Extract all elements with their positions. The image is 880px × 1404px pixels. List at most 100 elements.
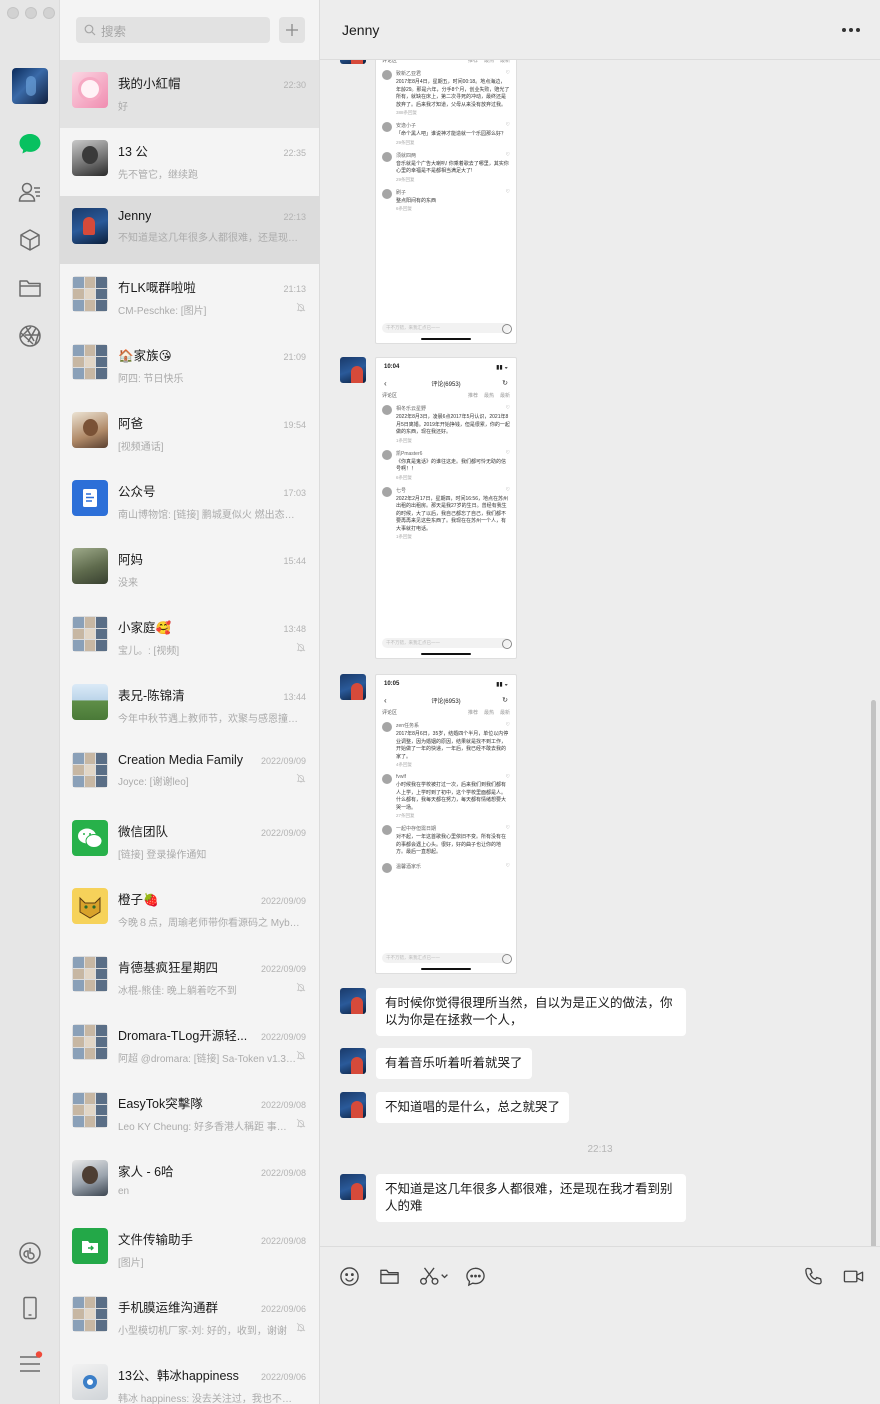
conversation-item[interactable]: 文件传输助手 2022/09/08 [图片] (60, 1216, 319, 1284)
commenter-name-text: 刷子 (396, 189, 407, 196)
message-area[interactable]: ‹评论(6953)↻评论区推荐最热最新致新乙亚君♡2017年8月4日，星期五，时… (320, 60, 880, 1246)
sender-avatar[interactable] (340, 1174, 366, 1200)
conversation-item[interactable]: 冇LK嘅群啦啦 21:13 CM-Peschke: [图片] (60, 264, 319, 332)
comment-text: 2017年8月6日，35岁，结婚四个半月，单位以内停业调整，因为婚姻的原因，结果… (396, 731, 509, 760)
nav-rail (0, 0, 60, 1404)
conversation-name: 阿妈 (118, 553, 144, 567)
conversation-avatar (72, 344, 108, 380)
conversation-time: 22:13 (283, 212, 306, 222)
sender-avatar[interactable] (340, 357, 366, 383)
sender-avatar[interactable] (340, 674, 366, 700)
my-avatar[interactable] (12, 68, 48, 104)
sender-avatar[interactable] (340, 60, 366, 64)
conversation-item[interactable]: 肯德基疯狂星期四 2022/09/09 冰棍-熊佳: 晚上躺着吃不到 (60, 944, 319, 1012)
scrollbar[interactable] (871, 700, 876, 1246)
message-bubble[interactable]: 有着音乐听着听着就哭了 (376, 1048, 532, 1079)
sort-option: 最热 (483, 393, 494, 399)
sender-avatar[interactable] (340, 1092, 366, 1118)
chat-icon[interactable] (17, 131, 43, 157)
conversation-item[interactable]: 公众号 17:03 南山博物馆: [链接] 鹏城夏似火 燃出态愿花 (60, 468, 319, 536)
emoji-icon[interactable] (338, 1265, 360, 1287)
minimize-window-button[interactable] (25, 7, 37, 19)
conversation-time: 2022/09/09 (260, 756, 306, 766)
conversation-footer: 冰棍-熊佳: 晚上躺着吃不到 (118, 982, 306, 997)
more-options-icon[interactable] (840, 19, 862, 41)
screenshot-image[interactable]: 10:04 ▮▮ ◒ ‹ 评论(6953) ↻ 评论区 推荐 最热 最新 相冬乐云星野 ♡ 2022年… (375, 357, 517, 659)
conversation-item[interactable]: EasyTok突擊隊 2022/09/08 Leo KY Cheung: 好多香港人… (60, 1080, 319, 1148)
conversation-body: 文件传输助手 2022/09/08 [图片] (118, 1228, 306, 1284)
folder-icon[interactable] (378, 1265, 400, 1287)
commenter-name: 致新乙亚君 ♡ (396, 70, 510, 77)
conversation-item[interactable]: 13 公 22:35 先不管它，继续跑 (60, 128, 319, 196)
conversation-item[interactable]: 阿爸 19:54 [视频通话] (60, 400, 319, 468)
add-button[interactable] (279, 17, 305, 43)
screenshot-image[interactable]: 10:05 ▮▮ ◒ ‹ 评论(6953) ↻ 评论区 推荐 最热 最新 zen任务系 ♡ 2017年… (375, 674, 517, 974)
message-bubble[interactable]: 不知道是这几年很多人都很难，还是现在我才看到别人的难 (376, 1174, 686, 1222)
conversation-time: 2022/09/06 (260, 1304, 306, 1314)
comment-input-placeholder: 千不万错，来我汇点已一一 (382, 953, 512, 964)
phone-call-icon[interactable] (802, 1265, 824, 1287)
conversation-item[interactable]: 橙子🍓 2022/09/09 今晚８点，周瑜老师带你看源码之 Mybatis... (60, 876, 319, 944)
conversation-item[interactable]: 13公、韩冰happiness 2022/09/06 韩冰 happiness: 没… (60, 1352, 319, 1404)
contacts-icon[interactable] (17, 179, 43, 205)
conversation-item[interactable]: Creation Media Family 2022/09/09 Joyce: [谢… (60, 740, 319, 808)
phone-icon[interactable] (17, 1295, 43, 1321)
conversation-item[interactable]: 家人 - 6哈 2022/09/08 en (60, 1148, 319, 1216)
conversation-name: 肯德基疯狂星期四 (118, 961, 219, 975)
menu-icon[interactable] (17, 1351, 43, 1377)
scissors-icon[interactable] (418, 1265, 452, 1287)
comment-text: 整点阳间有的东西 (396, 197, 437, 204)
comments-tab: 评论区 (382, 393, 398, 399)
sender-avatar[interactable] (340, 1048, 366, 1074)
conversation-header: 橙子🍓 2022/09/09 (118, 889, 306, 908)
conversation-body: 公众号 17:03 南山博物馆: [链接] 鹏城夏似火 燃出态愿花 (118, 480, 306, 536)
conversation-item[interactable]: 表兄-陈锦清 13:44 今年中秋节遇上教师节，欢聚与感恩撞个满... (60, 672, 319, 740)
conversation-preview: [链接] 登录操作通知 (118, 850, 207, 861)
aperture-icon[interactable] (17, 323, 43, 349)
mini-program-icon[interactable] (17, 1240, 43, 1266)
file-transfer-icon (82, 1241, 98, 1253)
conversation-header: 肯德基疯狂星期四 2022/09/09 (118, 957, 306, 976)
box-icon[interactable] (17, 227, 43, 253)
conversation-item[interactable]: 微信团队 2022/09/09 [链接] 登录操作通知 (60, 808, 319, 876)
conversation-footer: 先不管它，继续跑 (118, 166, 306, 181)
conversation-header: 微信团队 2022/09/09 (118, 821, 306, 840)
conversation-body: EasyTok突擊隊 2022/09/08 Leo KY Cheung: 好多香港人… (118, 1092, 306, 1148)
conversation-item[interactable]: 我的小紅帽 22:30 好 (60, 60, 319, 128)
conversation-item[interactable]: Dromara-TLog开源轻... 2022/09/09 阿超 @dromara:… (60, 1012, 319, 1080)
message-bubble[interactable]: 不知道唱的是什么，总之就哭了 (376, 1092, 570, 1123)
conversation-avatar (72, 1296, 108, 1332)
zoom-window-button[interactable] (43, 7, 55, 19)
conversation-item[interactable]: 手机膜运维沟通群 2022/09/06 小型模切机厂家-刘: 好的，收到，谢谢 (60, 1284, 319, 1352)
conversation-body: 手机膜运维沟通群 2022/09/06 小型模切机厂家-刘: 好的，收到，谢谢 (118, 1296, 306, 1352)
conversation-body: 阿爸 19:54 [视频通话] (118, 412, 306, 468)
conversation-preview: 今年中秋节遇上教师节，欢聚与感恩撞个满... (118, 714, 300, 725)
conversation-item[interactable]: 阿妈 15:44 没来 (60, 536, 319, 604)
conversation-header: Dromara-TLog开源轻... 2022/09/09 (118, 1025, 306, 1044)
sender-avatar[interactable] (340, 988, 366, 1014)
conversation-item[interactable]: 小家庭🥰 13:48 宝儿。: [视频] (60, 604, 319, 672)
message-bubble[interactable]: 有时候你觉得很理所当然，自以为是正义的做法，你以为你是在拯救一个人， (376, 988, 686, 1036)
search-input[interactable]: 搜索 (76, 17, 270, 43)
composer-toolbar (320, 1247, 880, 1305)
comments-tab: 评论区 (382, 60, 398, 64)
chat-bubble-icon[interactable] (464, 1265, 486, 1287)
close-window-button[interactable] (7, 7, 19, 19)
conversation-preview: CM-Peschke: [图片] (118, 306, 207, 317)
screenshot-image[interactable]: ‹评论(6953)↻评论区推荐最热最新致新乙亚君♡2017年8月4日，星期五，时… (375, 60, 517, 344)
folder-icon[interactable] (17, 275, 43, 301)
commenter-name-text: zen任务系 (396, 723, 420, 729)
comment-body: zen任务系 ♡ 2017年8月6日，35岁，结婚四个半月，单位以内停业调整，因为婚… (396, 722, 510, 768)
refresh-icon: ↻ (502, 697, 508, 704)
conversation-name: 文件传输助手 (118, 1233, 194, 1247)
conversation-header: 公众号 17:03 (118, 481, 306, 500)
conversation-avatar (72, 820, 108, 856)
conversation-time: 22:30 (283, 80, 306, 90)
commenter-name: 安逸小子 ♡ (396, 122, 510, 129)
comment-text: 「命个黑人吧」谁说神才能造就一个乐园那么好？ (396, 131, 507, 137)
conversation-item[interactable]: 🏠家族😘 21:09 阿四: 节日快乐 (60, 332, 319, 400)
video-call-icon[interactable] (842, 1265, 864, 1287)
commenter-name: 一起中存但需日期 ♡ (396, 825, 510, 832)
commenter-avatar (382, 188, 392, 199)
conversation-item[interactable]: Jenny 22:13 不知道是这几年很多人都很难，还是现在我... (60, 196, 319, 264)
